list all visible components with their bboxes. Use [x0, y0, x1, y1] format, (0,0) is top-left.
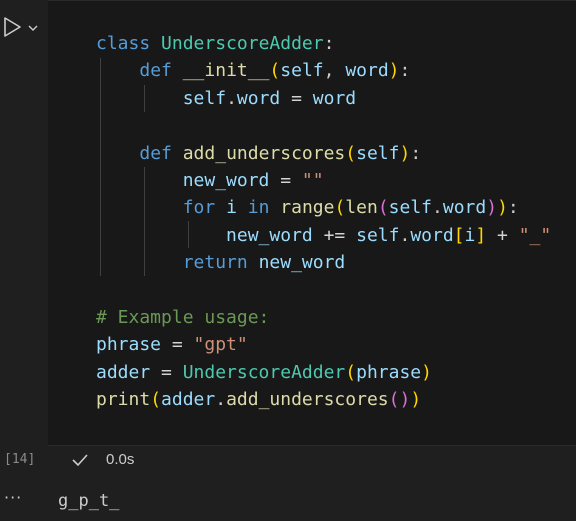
code-token: print — [96, 389, 151, 411]
code-token: phrase — [96, 334, 162, 356]
cell-output: g_p_t_ — [58, 491, 120, 511]
code-token: for — [182, 197, 227, 219]
code-token: adder — [96, 361, 151, 383]
notebook-cell: class UnderscoreAdder: def __init__(self… — [0, 0, 576, 521]
ellipsis-icon[interactable]: ··· — [4, 488, 22, 507]
code-token: ( — [377, 197, 389, 219]
code-token: + — [486, 224, 519, 246]
code-token: "gpt" — [193, 334, 248, 356]
code-token: = — [269, 169, 302, 191]
code-token: ( — [345, 142, 357, 164]
code-token: ) — [399, 142, 411, 164]
code-token: ) — [486, 197, 498, 219]
code-token: . — [226, 87, 237, 109]
code-token: word — [345, 60, 389, 82]
code-token: def — [139, 60, 183, 82]
code-token: ( — [388, 389, 400, 411]
code-token: in — [247, 197, 281, 219]
code-line: new_word += self.word[i] + "_" — [96, 222, 551, 249]
code-token: . — [215, 389, 227, 411]
code-token: ( — [334, 197, 346, 219]
code-token: "" — [301, 169, 324, 191]
code-token: ( — [345, 361, 357, 383]
execution-duration: 0.0s — [106, 451, 135, 468]
code-token: ) — [410, 389, 422, 411]
code-token: += — [312, 224, 357, 246]
code-token: word — [410, 224, 454, 246]
code-line: class UnderscoreAdder: — [96, 30, 551, 57]
code-line: print(adder.add_underscores()) — [96, 386, 551, 413]
code-line: new_word = "" — [96, 167, 551, 194]
code-token: ] — [475, 224, 487, 246]
code-token: ) — [388, 60, 400, 82]
code-token: : — [323, 33, 335, 54]
code-line: for i in range(len(self.word)): — [96, 194, 551, 221]
code-token: ) — [497, 197, 508, 219]
code-token: new_word — [258, 252, 346, 274]
check-icon — [70, 450, 90, 470]
code-content: class UnderscoreAdder: def __init__(self… — [96, 30, 551, 413]
code-token: # Example usage: — [96, 306, 270, 328]
code-token: range — [280, 197, 335, 219]
code-token: word — [236, 87, 281, 109]
code-token: new_word — [226, 224, 313, 246]
code-token: = — [161, 334, 194, 356]
code-token: "_" — [518, 224, 552, 246]
code-token: self — [182, 87, 227, 109]
code-token: ( — [269, 60, 281, 82]
code-line: def __init__(self, word): — [96, 57, 551, 84]
code-token: , — [323, 60, 346, 82]
code-token: i — [464, 224, 476, 246]
code-token: word — [312, 87, 357, 109]
code-token: phrase — [356, 361, 422, 383]
code-line: adder = UnderscoreAdder(phrase) — [96, 359, 551, 386]
code-token: = — [150, 361, 183, 383]
code-token: adder — [161, 389, 216, 411]
code-token: UnderscoreAdder — [161, 33, 324, 54]
code-token: : — [507, 197, 519, 219]
code-token: : — [410, 142, 422, 164]
code-token: : — [399, 60, 411, 82]
code-token: = — [280, 87, 313, 109]
code-token: . — [399, 224, 411, 246]
code-token: self — [356, 224, 400, 246]
code-token: word — [442, 197, 487, 219]
code-token: [ — [453, 224, 465, 246]
code-token: add_underscores — [182, 142, 346, 164]
cell-gutter — [0, 0, 48, 480]
code-token: i — [226, 197, 248, 219]
code-token: class — [96, 33, 162, 54]
code-token: self — [280, 60, 324, 82]
code-token: len — [345, 197, 378, 219]
code-line: def add_underscores(self): — [96, 140, 551, 167]
code-token: __init__ — [182, 60, 270, 82]
code-line: self.word = word — [96, 85, 551, 112]
code-line: # Example usage: — [96, 304, 551, 331]
play-icon[interactable] — [3, 16, 23, 38]
code-token: ) — [421, 361, 432, 383]
execution-count: [14] — [4, 452, 36, 467]
chevron-down-icon[interactable] — [27, 19, 39, 31]
code-token: UnderscoreAdder — [182, 361, 346, 383]
code-line: return new_word — [96, 249, 551, 276]
code-token: add_underscores — [226, 389, 389, 411]
code-token: . — [432, 197, 443, 219]
code-token: return — [182, 252, 259, 274]
code-token: ) — [399, 389, 411, 411]
code-token: self — [356, 142, 400, 164]
code-token: ( — [150, 389, 162, 411]
code-token: self — [388, 197, 433, 219]
code-token: def — [139, 142, 183, 164]
code-line: phrase = "gpt" — [96, 331, 551, 358]
code-token: new_word — [182, 169, 270, 191]
